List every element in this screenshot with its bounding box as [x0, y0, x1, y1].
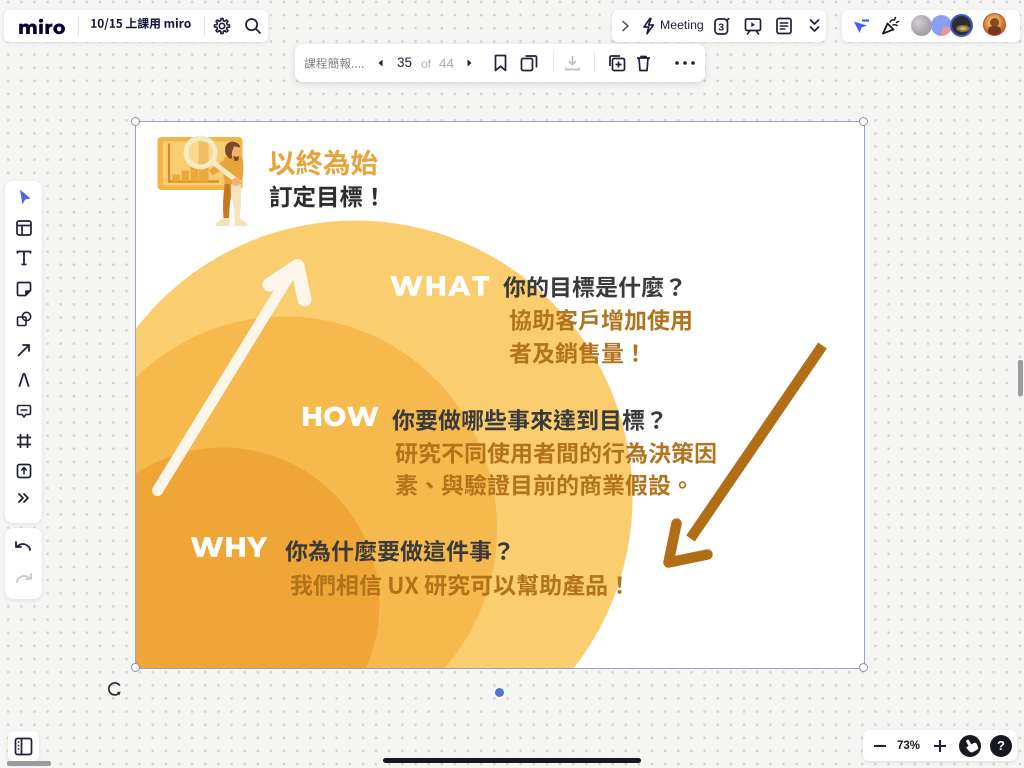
- svg-text:3: 3: [718, 22, 724, 34]
